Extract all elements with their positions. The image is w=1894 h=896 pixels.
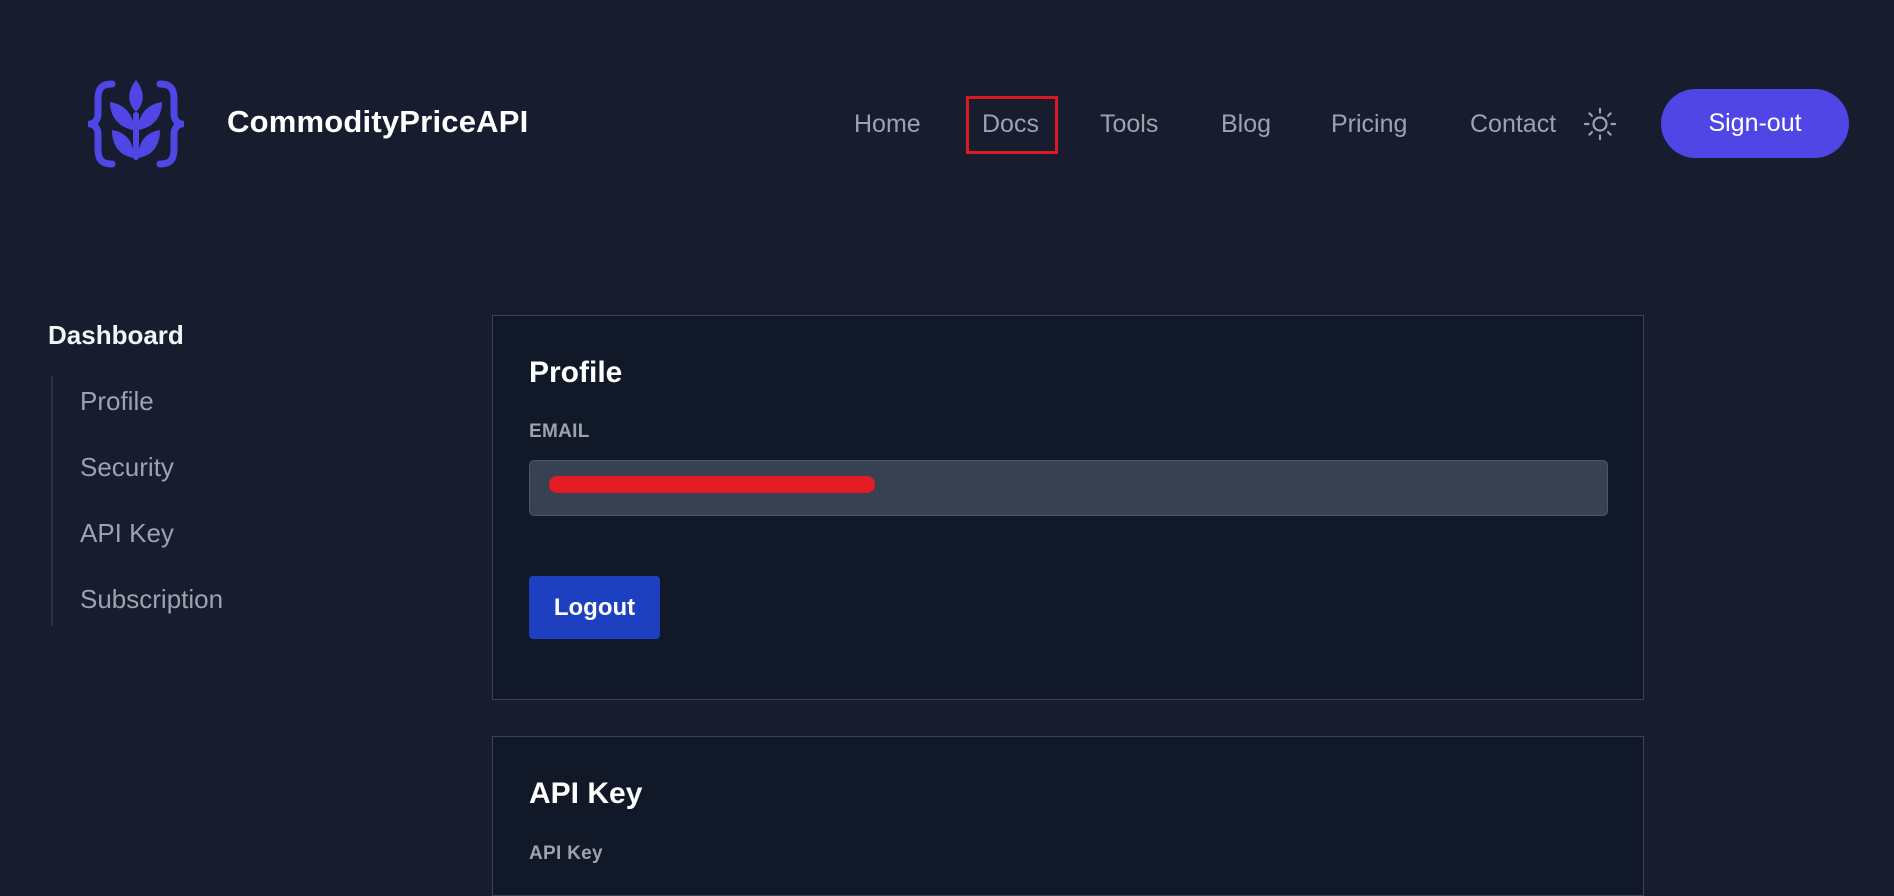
sidebar-item-security[interactable]: Security [80, 452, 174, 483]
nav-home[interactable]: Home [854, 110, 921, 139]
nav-tools[interactable]: Tools [1100, 110, 1158, 139]
nav-blog[interactable]: Blog [1221, 110, 1271, 139]
sidebar-title[interactable]: Dashboard [48, 320, 184, 351]
api-key-label: API Key [529, 843, 603, 864]
docs-highlight-box [966, 96, 1058, 154]
profile-card: Profile EMAIL Logout [492, 315, 1644, 700]
sidebar-divider [51, 376, 53, 626]
redaction-mark [549, 476, 875, 493]
email-label: EMAIL [529, 421, 590, 442]
nav-pricing[interactable]: Pricing [1331, 110, 1407, 139]
site-header: CommodityPriceAPI Home Docs Tools Blog P… [0, 0, 1894, 250]
wheat-braces-icon[interactable] [88, 78, 184, 170]
signout-button[interactable]: Sign-out [1661, 89, 1849, 158]
logout-button[interactable]: Logout [529, 576, 660, 639]
sidebar-item-subscription[interactable]: Subscription [80, 584, 223, 615]
profile-title: Profile [529, 356, 623, 389]
sidebar-item-api-key[interactable]: API Key [80, 518, 174, 549]
nav-contact[interactable]: Contact [1470, 110, 1556, 139]
sidebar-item-profile[interactable]: Profile [80, 386, 154, 417]
brand-name[interactable]: CommodityPriceAPI [227, 104, 528, 140]
api-key-title: API Key [529, 777, 643, 810]
api-key-card: API Key API Key [492, 736, 1644, 896]
sun-icon[interactable] [1583, 107, 1617, 141]
